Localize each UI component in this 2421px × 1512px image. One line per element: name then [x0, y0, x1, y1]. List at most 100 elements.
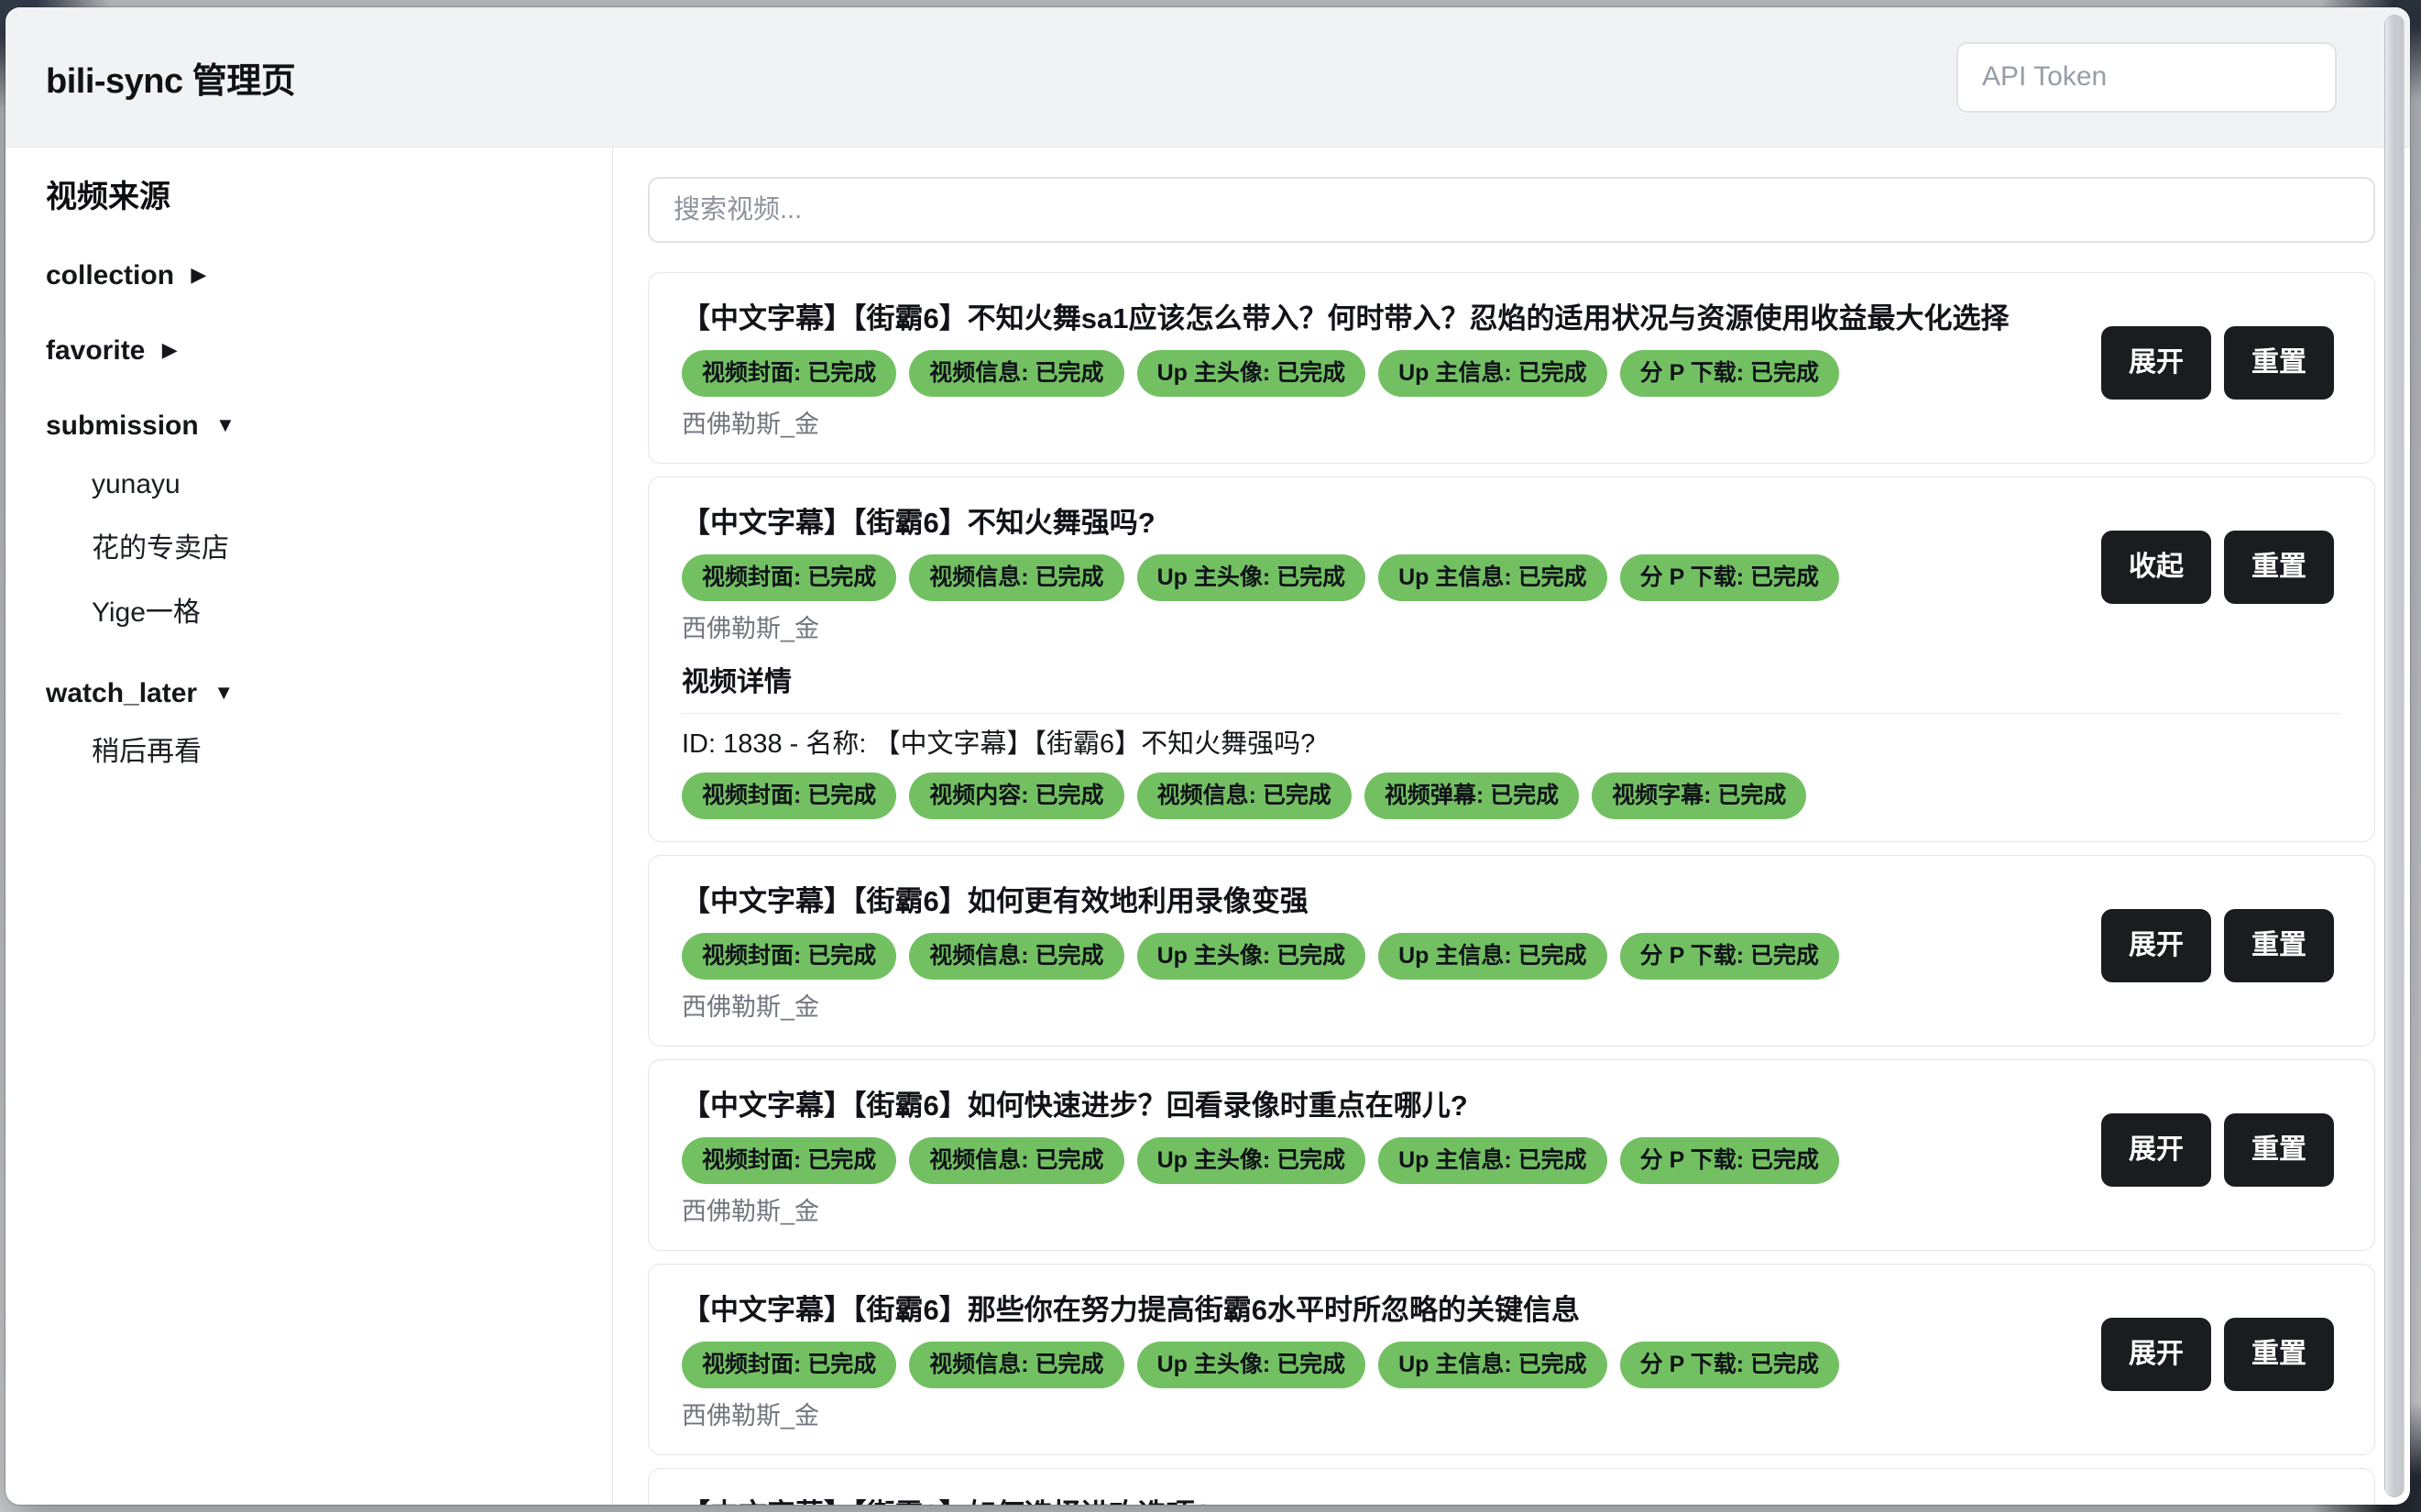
source-children: 稍后再看 [46, 732, 590, 772]
chevron-down-icon: ▼ [215, 413, 236, 436]
sidebar-item-favorite[interactable]: favorite ▶ [46, 329, 590, 375]
status-badges: 视频封面: 已完成 视频信息: 已完成 Up 主头像: 已完成 Up 主信息: … [682, 554, 2341, 601]
details-status-badges: 视频封面: 已完成 视频内容: 已完成 视频信息: 已完成 视频弹幕: 已完成 … [682, 772, 2341, 819]
sidebar-heading: 视频来源 [46, 175, 590, 219]
scrollbar-thumb[interactable] [2384, 15, 2405, 1497]
video-card: 【中文字幕】【街霸6】如何选择进攻选项? 视频封面: 已完成 视频信息: 已完成… [648, 1468, 2375, 1505]
video-title: 【中文字幕】【街霸6】如何更有效地利用录像变强 [682, 882, 2057, 922]
video-title: 【中文字幕】【街霸6】如何快速进步？回看录像时重点在哪儿? [682, 1086, 2057, 1126]
api-token-input[interactable] [1956, 42, 2337, 113]
status-badges: 视频封面: 已完成 视频信息: 已完成 Up 主头像: 已完成 Up 主信息: … [682, 350, 2341, 397]
status-badge: 视频封面: 已完成 [682, 772, 896, 819]
reset-button[interactable]: 重置 [2224, 326, 2334, 400]
status-badge: 分 P 下载: 已完成 [1620, 554, 1839, 601]
status-badge: Up 主信息: 已完成 [1378, 933, 1607, 980]
status-badge: 视频封面: 已完成 [682, 933, 896, 980]
sidebar-item-collection[interactable]: collection ▶ [46, 254, 590, 300]
source-group-watch-later: watch_later ▼ 稍后再看 [46, 672, 590, 772]
status-badge: Up 主头像: 已完成 [1137, 1137, 1366, 1184]
sidebar-item-yige[interactable]: Yige一格 [46, 593, 590, 633]
status-badges: 视频封面: 已完成 视频信息: 已完成 Up 主头像: 已完成 Up 主信息: … [682, 933, 2341, 980]
sidebar: 视频来源 collection ▶ favorite ▶ submission … [5, 148, 613, 1505]
status-badge: 视频弹幕: 已完成 [1364, 772, 1579, 819]
card-actions: 展开 重置 [2101, 326, 2334, 400]
collapse-button[interactable]: 收起 [2101, 531, 2211, 604]
sidebar-item-submission[interactable]: submission ▼ [46, 404, 590, 450]
video-author: 西佛勒斯_金 [682, 1195, 2341, 1228]
content-row: 视频来源 collection ▶ favorite ▶ submission … [5, 148, 2410, 1505]
video-title: 【中文字幕】【街霸6】那些你在努力提高街霸6水平时所忽略的关键信息 [682, 1290, 2057, 1331]
status-badge: Up 主信息: 已完成 [1378, 1137, 1607, 1184]
status-badge: 分 P 下载: 已完成 [1620, 933, 1839, 980]
source-group-submission: submission ▼ yunayu 花的专卖店 Yige一格 [46, 404, 590, 633]
reset-button[interactable]: 重置 [2224, 531, 2334, 604]
sidebar-item-yunayu[interactable]: yunayu [46, 465, 590, 505]
video-title: 【中文字幕】【街霸6】如何选择进攻选项? [682, 1495, 2057, 1505]
status-badge: 视频封面: 已完成 [682, 350, 896, 397]
reset-button[interactable]: 重置 [2224, 1113, 2334, 1187]
video-title: 【中文字幕】【街霸6】不知火舞强吗? [682, 503, 2057, 543]
status-badge: 分 P 下载: 已完成 [1620, 1342, 1839, 1388]
video-card: 【中文字幕】【街霸6】不知火舞sa1应该怎么带入？何时带入？忍焰的适用状况与资源… [648, 272, 2375, 464]
sidebar-item-huade[interactable]: 花的专卖店 [46, 529, 590, 569]
video-author: 西佛勒斯_金 [682, 991, 2341, 1024]
reset-button[interactable]: 重置 [2224, 909, 2334, 982]
status-badge: Up 主头像: 已完成 [1137, 1342, 1366, 1388]
details-id-line: ID: 1838 - 名称: 【中文字幕】【街霸6】不知火舞强吗? [682, 725, 2341, 763]
chevron-down-icon: ▼ [214, 681, 234, 704]
card-actions: 展开 重置 [2101, 909, 2334, 982]
app-window: bili-sync 管理页 视频来源 collection ▶ favorite… [5, 7, 2410, 1505]
status-badges: 视频封面: 已完成 视频信息: 已完成 Up 主头像: 已完成 Up 主信息: … [682, 1137, 2341, 1184]
sidebar-item-shaohou[interactable]: 稍后再看 [46, 732, 590, 772]
app-header: bili-sync 管理页 [5, 7, 2410, 148]
video-author: 西佛勒斯_金 [682, 612, 2341, 645]
expand-button[interactable]: 展开 [2101, 1113, 2211, 1187]
source-label: collection [46, 260, 174, 290]
search-input[interactable] [648, 177, 2375, 243]
status-badge: 视频封面: 已完成 [682, 1342, 896, 1388]
status-badge: 视频信息: 已完成 [909, 350, 1123, 397]
expand-button[interactable]: 展开 [2101, 1318, 2211, 1391]
status-badge: 视频信息: 已完成 [909, 1137, 1123, 1184]
status-badge: 视频信息: 已完成 [1137, 772, 1352, 819]
status-badge: 视频信息: 已完成 [909, 554, 1123, 601]
source-children: yunayu 花的专卖店 Yige一格 [46, 465, 590, 633]
details-heading: 视频详情 [682, 663, 2341, 702]
status-badge: 分 P 下载: 已完成 [1620, 1137, 1839, 1184]
card-actions: 收起 重置 [2101, 531, 2334, 604]
status-badge: 视频信息: 已完成 [909, 1342, 1123, 1388]
video-author: 西佛勒斯_金 [682, 1399, 2341, 1432]
source-label: watch_later [46, 678, 197, 708]
video-card: 【中文字幕】【街霸6】那些你在努力提高街霸6水平时所忽略的关键信息 视频封面: … [648, 1264, 2375, 1455]
video-card: 【中文字幕】【街霸6】如何更有效地利用录像变强 视频封面: 已完成 视频信息: … [648, 855, 2375, 1046]
video-details: 视频详情 ID: 1838 - 名称: 【中文字幕】【街霸6】不知火舞强吗? 视… [682, 663, 2341, 819]
source-group-favorite: favorite ▶ [46, 329, 590, 375]
details-divider [682, 713, 2341, 714]
main-column: 【中文字幕】【街霸6】不知火舞sa1应该怎么带入？何时带入？忍焰的适用状况与资源… [613, 148, 2410, 1505]
status-badge: 视频字幕: 已完成 [1592, 772, 1806, 819]
reset-button[interactable]: 重置 [2224, 1318, 2334, 1391]
video-list: 【中文字幕】【街霸6】不知火舞sa1应该怎么带入？何时带入？忍焰的适用状况与资源… [648, 272, 2375, 1505]
source-label: favorite [46, 335, 145, 366]
expand-button[interactable]: 展开 [2101, 909, 2211, 982]
status-badge: Up 主头像: 已完成 [1137, 350, 1366, 397]
expand-button[interactable]: 展开 [2101, 326, 2211, 400]
status-badge: 分 P 下载: 已完成 [1620, 350, 1839, 397]
sidebar-item-watch-later[interactable]: watch_later ▼ [46, 672, 590, 718]
status-badge: Up 主信息: 已完成 [1378, 350, 1607, 397]
page-title: bili-sync 管理页 [46, 52, 295, 103]
status-badge: Up 主头像: 已完成 [1137, 933, 1366, 980]
video-card: 【中文字幕】【街霸6】如何快速进步？回看录像时重点在哪儿? 视频封面: 已完成 … [648, 1059, 2375, 1251]
card-actions: 展开 重置 [2101, 1113, 2334, 1187]
chevron-right-icon: ▶ [191, 263, 206, 286]
video-title: 【中文字幕】【街霸6】不知火舞sa1应该怎么带入？何时带入？忍焰的适用状况与资源… [682, 299, 2057, 339]
chevron-right-icon: ▶ [162, 338, 178, 361]
status-badge: Up 主头像: 已完成 [1137, 554, 1366, 601]
source-group-collection: collection ▶ [46, 254, 590, 300]
status-badge: 视频封面: 已完成 [682, 554, 896, 601]
video-author: 西佛勒斯_金 [682, 408, 2341, 441]
source-label: submission [46, 411, 199, 441]
status-badge: 视频内容: 已完成 [909, 772, 1123, 819]
card-actions: 展开 重置 [2101, 1318, 2334, 1391]
status-badge: 视频信息: 已完成 [909, 933, 1123, 980]
